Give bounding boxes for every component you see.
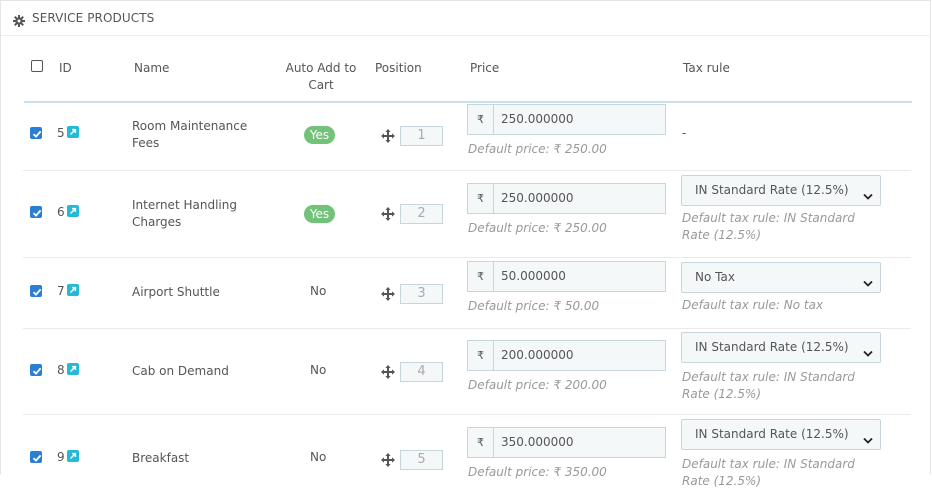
row-divider — [23, 328, 911, 329]
price-input[interactable]: 350.000000 — [501, 428, 574, 457]
row-checkbox[interactable] — [30, 364, 42, 376]
default-price-help: Default price: ₹ 250.00 — [468, 142, 607, 156]
column-header-auto-add[interactable]: Auto Add to Cart — [283, 60, 359, 94]
tax-rule-selected: IN Standard Rate (12.5%) — [695, 427, 849, 441]
row-checkbox[interactable] — [30, 285, 42, 297]
external-link-icon[interactable] — [67, 363, 79, 375]
default-price-help: Default price: ₹ 350.00 — [468, 465, 607, 479]
product-name: Room Maintenance Fees — [132, 119, 248, 150]
product-name: Breakfast — [132, 451, 190, 465]
default-price-help: Default price: ₹ 250.00 — [468, 221, 607, 235]
price-input[interactable]: 250.000000 — [501, 184, 574, 213]
default-tax-rule-help: Default tax rule: IN Standard Rate (12.5… — [682, 370, 855, 401]
tax-rule-select[interactable]: IN Standard Rate (12.5%) — [681, 332, 881, 363]
chevron-down-icon — [863, 273, 873, 287]
external-link-icon[interactable] — [67, 284, 79, 296]
tax-rule-select[interactable]: IN Standard Rate (12.5%) — [681, 175, 881, 206]
auto-add-yes-badge[interactable]: Yes — [304, 205, 335, 223]
position-input[interactable]: 1 — [400, 126, 443, 146]
row-checkbox[interactable] — [30, 206, 42, 218]
tax-rule-selected: IN Standard Rate (12.5%) — [695, 183, 849, 197]
row-id: 9 — [57, 450, 65, 464]
currency-addon: ₹ — [468, 105, 494, 134]
currency-addon: ₹ — [468, 262, 494, 291]
price-input-group[interactable]: ₹50.000000 — [467, 261, 666, 292]
price-input-group[interactable]: ₹250.000000 — [467, 104, 666, 135]
move-handle-icon[interactable] — [381, 206, 395, 221]
row-checkbox[interactable] — [30, 451, 42, 463]
external-link-icon[interactable] — [67, 126, 79, 138]
tax-rule-select[interactable]: IN Standard Rate (12.5%) — [681, 419, 881, 450]
tax-rule-empty: - — [682, 126, 687, 140]
header-divider — [24, 101, 912, 103]
auto-add-no: No — [310, 450, 327, 464]
default-price-help: Default price: ₹ 50.00 — [468, 299, 600, 313]
position-input[interactable]: 4 — [400, 362, 443, 382]
move-handle-icon[interactable] — [381, 286, 395, 301]
column-header-tax-rule[interactable]: Tax rule — [683, 60, 730, 77]
position-input[interactable]: 5 — [400, 450, 443, 470]
price-input[interactable]: 250.000000 — [501, 105, 574, 134]
default-tax-rule-help: Default tax rule: No tax — [682, 298, 824, 312]
move-handle-icon[interactable] — [381, 452, 395, 467]
auto-add-no: No — [310, 284, 327, 298]
column-header-name[interactable]: Name — [134, 60, 169, 77]
column-header-id[interactable]: ID — [59, 60, 72, 77]
external-link-icon[interactable] — [67, 450, 79, 462]
position-input[interactable]: 2 — [400, 204, 443, 224]
price-input[interactable]: 200.000000 — [501, 341, 574, 370]
move-handle-icon[interactable] — [381, 128, 395, 143]
row-divider — [23, 414, 911, 415]
external-link-icon[interactable] — [67, 205, 79, 217]
default-tax-rule-help: Default tax rule: IN Standard Rate (12.5… — [682, 457, 855, 488]
currency-addon: ₹ — [468, 184, 494, 213]
row-id: 6 — [57, 205, 65, 219]
row-id: 7 — [57, 284, 65, 298]
move-handle-icon[interactable] — [381, 364, 395, 379]
row-checkbox[interactable] — [30, 127, 42, 139]
column-header-position[interactable]: Position — [375, 60, 422, 77]
chevron-down-icon — [863, 430, 873, 444]
chevron-down-icon — [863, 186, 873, 200]
default-tax-rule-help: Default tax rule: IN Standard Rate (12.5… — [682, 211, 855, 242]
tax-rule-selected: IN Standard Rate (12.5%) — [695, 340, 849, 354]
select-all-checkbox[interactable] — [31, 60, 43, 72]
position-input[interactable]: 3 — [400, 284, 443, 304]
product-name: Cab on Demand — [132, 364, 229, 378]
price-input-group[interactable]: ₹200.000000 — [467, 340, 666, 371]
product-name: Airport Shuttle — [132, 285, 220, 299]
panel-heading: SERVICE PRODUCTS — [1, 1, 930, 36]
price-input-group[interactable]: ₹250.000000 — [467, 183, 666, 214]
product-name: Internet Handling Charges — [132, 198, 237, 229]
default-price-help: Default price: ₹ 200.00 — [468, 378, 607, 392]
price-input-group[interactable]: ₹350.000000 — [467, 427, 666, 458]
gear-icon — [13, 12, 25, 27]
tax-rule-select[interactable]: No Tax — [681, 262, 881, 293]
currency-addon: ₹ — [468, 428, 494, 457]
row-divider — [23, 257, 911, 258]
auto-add-no: No — [310, 363, 327, 377]
panel-title: SERVICE PRODUCTS — [32, 11, 155, 25]
chevron-down-icon — [863, 343, 873, 357]
row-divider — [23, 170, 911, 171]
row-id: 8 — [57, 363, 65, 377]
currency-addon: ₹ — [468, 341, 494, 370]
price-input[interactable]: 50.000000 — [501, 262, 566, 291]
row-id: 5 — [57, 126, 65, 140]
column-header-price[interactable]: Price — [470, 60, 499, 77]
tax-rule-selected: No Tax — [695, 270, 735, 284]
auto-add-yes-badge[interactable]: Yes — [304, 126, 335, 144]
